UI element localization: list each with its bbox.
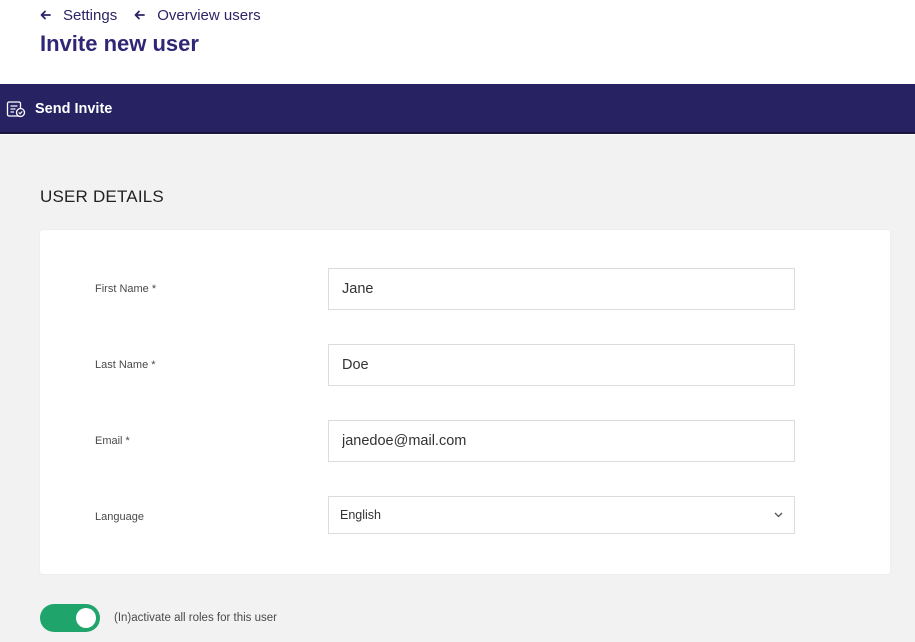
user-details-card: First Name * Last Name * Email * Languag… bbox=[40, 230, 890, 574]
first-name-field[interactable] bbox=[328, 268, 795, 310]
language-select[interactable]: English bbox=[328, 496, 795, 534]
send-invite-label: Send Invite bbox=[35, 101, 113, 117]
chevron-down-icon bbox=[774, 512, 783, 518]
roles-toggle-row: (In)activate all roles for this user bbox=[40, 604, 277, 632]
breadcrumb: Settings Overview users bbox=[40, 5, 278, 25]
send-invite-button[interactable]: Send Invite bbox=[6, 84, 112, 134]
last-name-label: Last Name * bbox=[95, 359, 156, 371]
arrow-left-icon bbox=[40, 10, 51, 20]
action-toolbar: Send Invite bbox=[0, 84, 915, 134]
section-title: USER DETAILS bbox=[40, 187, 164, 206]
invite-document-icon bbox=[6, 101, 26, 118]
breadcrumb-label: Overview users bbox=[157, 6, 261, 24]
page-title: Invite new user bbox=[40, 31, 199, 56]
language-label: Language bbox=[95, 511, 144, 523]
breadcrumb-overview-users[interactable]: Overview users bbox=[134, 6, 261, 24]
activate-roles-label: (In)activate all roles for this user bbox=[114, 612, 277, 624]
first-name-label: First Name * bbox=[95, 283, 157, 295]
main-content: USER DETAILS First Name * Last Name * Em… bbox=[0, 135, 915, 642]
email-label: Email * bbox=[95, 435, 130, 447]
activate-roles-toggle[interactable] bbox=[40, 604, 100, 632]
arrow-left-icon bbox=[134, 10, 146, 20]
email-field[interactable] bbox=[328, 420, 795, 462]
breadcrumb-settings[interactable]: Settings bbox=[40, 7, 117, 24]
last-name-field[interactable] bbox=[328, 344, 795, 386]
breadcrumb-label: Settings bbox=[63, 6, 118, 24]
toggle-knob bbox=[76, 608, 96, 628]
language-selected-value: English bbox=[340, 508, 381, 522]
page-header: Settings Overview users Invite new user bbox=[0, 0, 915, 84]
